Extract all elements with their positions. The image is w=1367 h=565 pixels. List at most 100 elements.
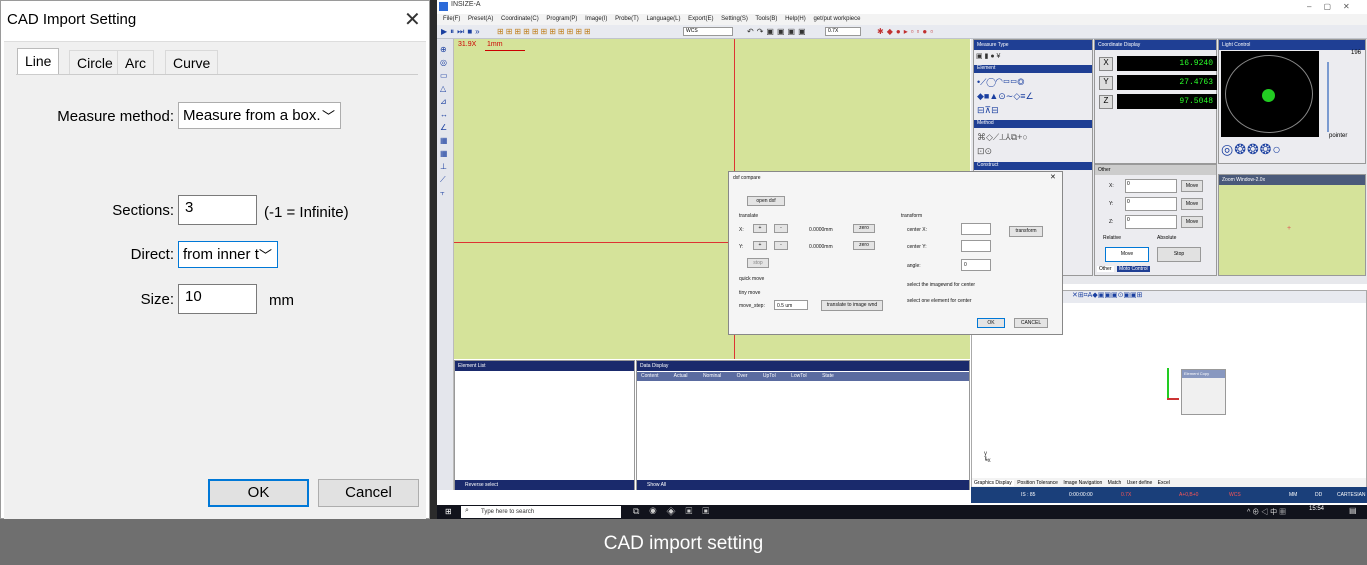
- playback-icons[interactable]: ▶⏸⏭■»: [441, 27, 483, 37]
- select-imagewnd-checkbox[interactable]: select the imagewnd for center: [907, 282, 975, 288]
- dxf-cancel-button[interactable]: CANCEL: [1014, 318, 1048, 328]
- light-mode-icons[interactable]: ◎❂❂❂○: [1221, 141, 1282, 158]
- move-button[interactable]: Move: [1105, 247, 1149, 262]
- x-minus-button[interactable]: -: [774, 224, 788, 233]
- z-axis-icon[interactable]: Z: [1099, 95, 1113, 109]
- tab-user-define[interactable]: User define: [1125, 480, 1155, 486]
- window-controls[interactable]: –▢✕: [1307, 2, 1362, 11]
- tab-graphics-display[interactable]: Graphics Display: [972, 480, 1014, 486]
- measure-method-select[interactable]: Measure from a box. ﹀: [178, 102, 341, 129]
- system-tray-icons[interactable]: ^ ⊕ ◁ 中 ▦: [1247, 507, 1286, 517]
- reverse-select-checkbox[interactable]: Reverse select: [455, 480, 634, 490]
- menu-image[interactable]: Image(I): [585, 16, 607, 22]
- center-x-input[interactable]: [961, 223, 991, 235]
- coord-system-select[interactable]: WCS: [683, 27, 733, 36]
- move-z-button[interactable]: Move: [1181, 216, 1203, 228]
- ok-button[interactable]: OK: [208, 479, 309, 507]
- menu-program[interactable]: Program(P): [546, 16, 577, 22]
- menu-workpiece[interactable]: get/put workpiece: [813, 16, 860, 22]
- dxf-ok-button[interactable]: OK: [977, 318, 1005, 328]
- move-z-input[interactable]: 0: [1125, 215, 1177, 229]
- stop-button[interactable]: stop: [747, 258, 769, 268]
- y-plus-button[interactable]: +: [753, 241, 767, 250]
- move-step-select[interactable]: 0.5 um: [774, 300, 808, 310]
- move-y-input[interactable]: 0: [1125, 197, 1177, 211]
- taskbar-app-icons[interactable]: ⧉◉◈▣▣: [633, 506, 719, 517]
- chevron-down-icon: ﹀: [258, 248, 272, 263]
- move-y-button[interactable]: Move: [1181, 198, 1203, 210]
- center-y-input[interactable]: [961, 240, 991, 252]
- menu-help[interactable]: Help(H): [785, 16, 806, 22]
- menu-export[interactable]: Export(E): [688, 16, 713, 22]
- sections-input[interactable]: 3: [178, 195, 257, 225]
- col-content: Content: [641, 373, 659, 379]
- menu-coordinate[interactable]: Coordinate(C): [501, 16, 539, 22]
- tiny-move-checkbox[interactable]: tiny move: [739, 290, 760, 296]
- stop-button[interactable]: Stop: [1157, 247, 1201, 262]
- zoom-select[interactable]: 0.7X: [825, 27, 861, 36]
- y-axis-icon[interactable]: Y: [1099, 76, 1113, 90]
- x-zero-button[interactable]: zero: [853, 224, 875, 233]
- notification-icon[interactable]: ▤: [1349, 506, 1357, 515]
- y-zero-button[interactable]: zero: [853, 241, 875, 250]
- x-axis-icon[interactable]: X: [1099, 57, 1113, 71]
- light-ring-display[interactable]: [1221, 51, 1319, 137]
- pointer-checkbox[interactable]: pointer: [1329, 133, 1347, 139]
- close-icon[interactable]: ✕: [1050, 173, 1056, 181]
- element-icons[interactable]: •⟋◯◠▭▭◎ ◆■▲⊙∼◇≡∠ ⊟⊼⊟: [977, 75, 1087, 117]
- status-ab: A+0,B+0: [1179, 492, 1199, 498]
- menu-probe[interactable]: Probe(T): [615, 16, 639, 22]
- tab-match[interactable]: Match: [1106, 480, 1124, 486]
- close-icon[interactable]: ✕: [404, 7, 421, 32]
- open-dxf-button[interactable]: open dxf: [747, 196, 785, 206]
- taskbar-search[interactable]: ⌕ Type here to search: [461, 506, 621, 518]
- move-x-button[interactable]: Move: [1181, 180, 1203, 192]
- move-x-input[interactable]: 0: [1125, 179, 1177, 193]
- size-input[interactable]: 10: [178, 284, 257, 314]
- light-tool-icons[interactable]: ✱◆●▸▫▫●▫: [877, 27, 936, 36]
- relative-radio[interactable]: Relative: [1103, 235, 1121, 241]
- menu-tools[interactable]: Tools(B): [755, 16, 777, 22]
- tab-curve[interactable]: Curve: [165, 50, 219, 75]
- sections-label: Sections:: [112, 202, 174, 219]
- dxf-title: dxf compare: [733, 175, 761, 181]
- menu-file[interactable]: File(F): [443, 16, 460, 22]
- data-table-header: Content Actual Nominal Over UpTol LowTol…: [637, 372, 969, 381]
- x-plus-button[interactable]: +: [753, 224, 767, 233]
- translate-group-label: translate: [739, 213, 759, 219]
- tab-line[interactable]: Line: [17, 48, 60, 75]
- method-section-title: Method: [974, 120, 1092, 128]
- menu-preset[interactable]: Preset(A): [468, 16, 493, 22]
- measure-mode-icons[interactable]: ▣ ▮ ● ¥: [976, 52, 1000, 60]
- angle-input[interactable]: 0: [961, 259, 991, 271]
- absolute-radio[interactable]: Absolute: [1157, 235, 1176, 241]
- tab-moto-control[interactable]: Moto Control: [1117, 266, 1150, 272]
- direct-select[interactable]: from inner t ﹀: [178, 241, 278, 268]
- measure-type-title: Measure Type: [974, 40, 1092, 50]
- tab-arc[interactable]: Arc: [117, 50, 154, 75]
- menu-setting[interactable]: Setting(S): [721, 16, 748, 22]
- light-slider[interactable]: [1327, 62, 1329, 132]
- cancel-button[interactable]: Cancel: [318, 479, 419, 507]
- quick-move-checkbox[interactable]: quick move: [739, 276, 764, 282]
- tab-other[interactable]: Other: [1097, 266, 1114, 272]
- tab-excel[interactable]: Excel: [1156, 480, 1172, 486]
- menu-language[interactable]: Language(L): [646, 16, 680, 22]
- show-all-checkbox[interactable]: Show All: [637, 480, 969, 490]
- measure-tool-icons[interactable]: ⊞⊞⊞⊞⊞⊞⊞⊞⊞⊞⊞: [497, 27, 593, 36]
- windows-start-icon[interactable]: ⊞: [445, 507, 452, 516]
- search-placeholder: Type here to search: [481, 509, 535, 515]
- tab-position-tolerance[interactable]: Position Tolerance: [1015, 480, 1060, 486]
- tab-image-navigation[interactable]: Image Navigation: [1061, 480, 1104, 486]
- col-state: State: [822, 373, 834, 379]
- element-tool-icons[interactable]: ⊕ ◎ ▭ △ ⊿ ↔ ∠ ▦ ▦ ⊥ ⟋ ⫟: [440, 43, 450, 199]
- transform-button[interactable]: transform: [1009, 226, 1043, 237]
- translate-image-button[interactable]: translate to image wnd: [821, 300, 883, 311]
- status-zoom: 0.7X: [1121, 492, 1132, 498]
- size-label: Size:: [140, 291, 174, 308]
- rotate-icons[interactable]: ↶↷▣▣▣▣: [747, 27, 809, 36]
- tab-circle[interactable]: Circle: [69, 50, 121, 75]
- select-element-checkbox[interactable]: select one element for center: [907, 298, 971, 304]
- y-minus-button[interactable]: -: [774, 241, 788, 250]
- method-icons[interactable]: ⌘◇⟋⟂⅄⧉+○ ⊡⊙: [977, 130, 1028, 158]
